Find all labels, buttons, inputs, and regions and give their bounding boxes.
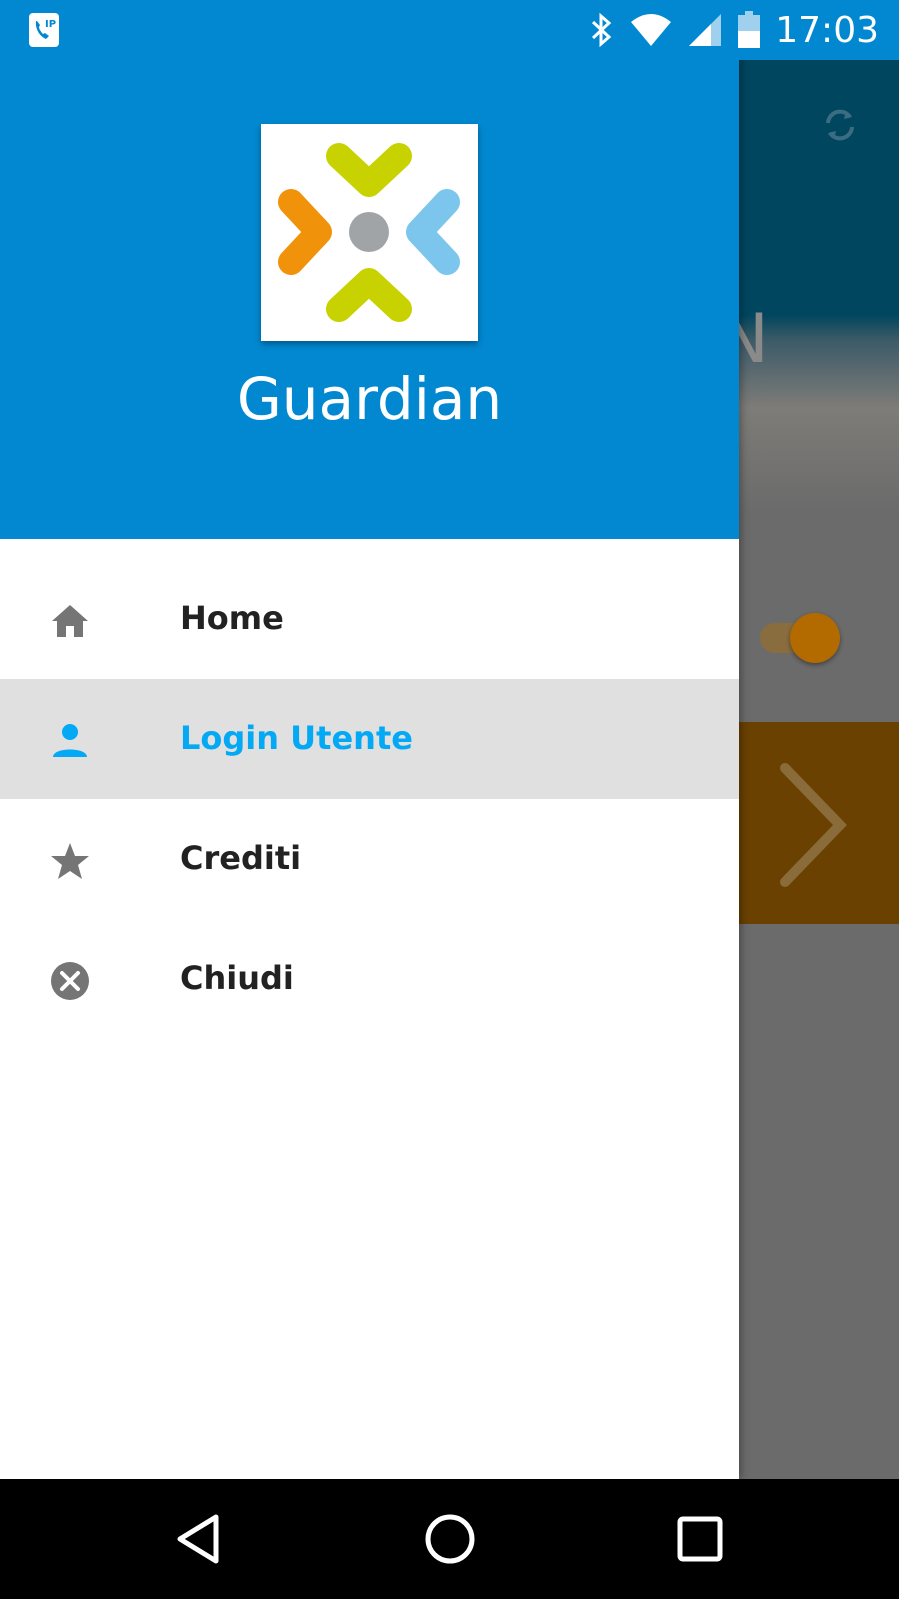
menu-item-login-utente[interactable]: Login Utente (0, 679, 739, 799)
navigation-drawer: Guardian Home Login Utente Crediti Chiud… (0, 0, 739, 1479)
navigation-bar (0, 1479, 899, 1599)
app-name: Guardian (236, 365, 503, 433)
menu-item-crediti[interactable]: Crediti (0, 799, 739, 919)
battery-icon (737, 11, 761, 49)
refresh-icon[interactable] (820, 105, 860, 145)
star-icon (50, 841, 90, 881)
signal-icon (687, 12, 723, 48)
person-icon (50, 721, 90, 761)
bluetooth-icon (589, 12, 615, 48)
close-circle-icon (50, 961, 90, 1001)
menu-item-label: Crediti (180, 839, 302, 877)
svg-text:IP: IP (45, 19, 56, 30)
home-button-icon[interactable] (420, 1509, 480, 1569)
menu-item-label: Login Utente (180, 719, 413, 757)
menu-item-label: Chiudi (180, 959, 294, 997)
background-toggle-thumb[interactable] (790, 613, 840, 663)
status-bar: IP 17:03 (0, 0, 899, 60)
app-logo (261, 124, 478, 341)
home-icon (50, 601, 90, 641)
voip-call-icon: IP (28, 12, 60, 48)
menu-item-chiudi[interactable]: Chiudi (0, 919, 739, 1039)
menu-item-label: Home (180, 599, 284, 637)
drawer-menu: Home Login Utente Crediti Chiudi (0, 559, 739, 1039)
back-icon[interactable] (170, 1509, 230, 1569)
menu-item-home[interactable]: Home (0, 559, 739, 679)
wifi-icon (629, 12, 673, 48)
drawer-header: Guardian (0, 0, 739, 539)
status-clock: 17:03 (775, 9, 879, 51)
chevron-right-icon[interactable] (775, 760, 855, 890)
recents-icon[interactable] (670, 1509, 730, 1569)
